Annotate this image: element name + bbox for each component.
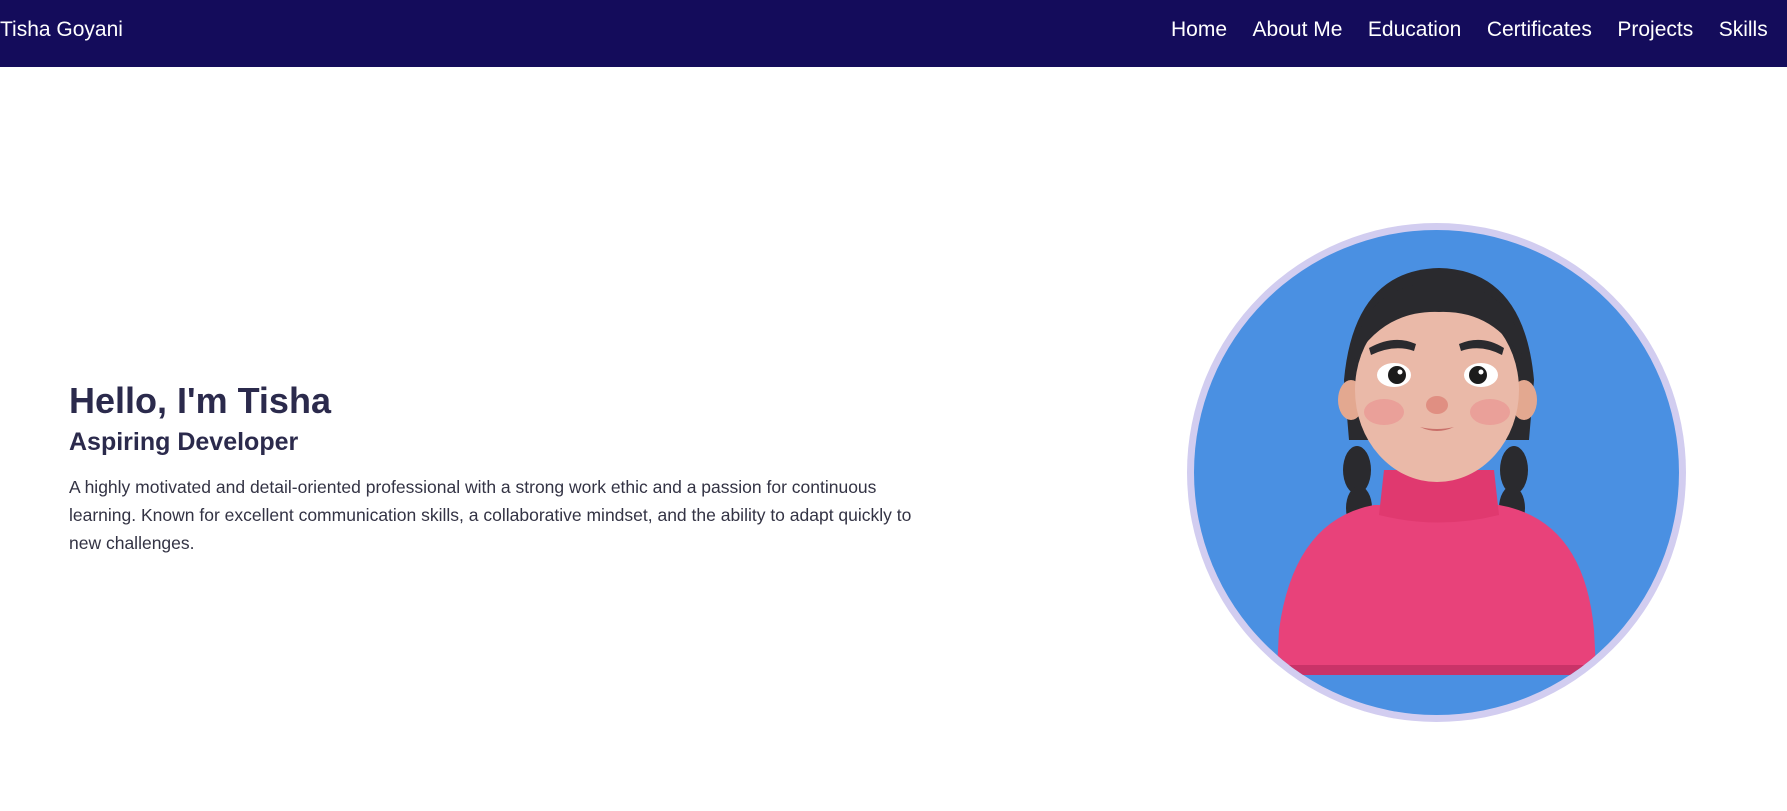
nav-link-education[interactable]: Education <box>1368 18 1461 42</box>
avatar-image <box>1194 230 1679 715</box>
nav-link-home[interactable]: Home <box>1171 18 1227 42</box>
nav-link-certificates[interactable]: Certificates <box>1487 18 1592 42</box>
hero-intro: Hello, I'm Tisha Aspiring Developer A hi… <box>69 378 939 557</box>
hero-title: Hello, I'm Tisha <box>69 380 331 421</box>
nav-link-about-me[interactable]: About Me <box>1253 18 1343 42</box>
hero-subtitle: Aspiring Developer <box>69 428 299 456</box>
brand-name[interactable]: Tisha Goyani <box>0 18 123 42</box>
profile-avatar <box>1187 223 1686 722</box>
girl-avatar-illustration <box>1277 268 1596 675</box>
nav-link-projects[interactable]: Projects <box>1617 18 1693 42</box>
nav-link-skills[interactable]: Skills <box>1719 18 1768 42</box>
top-navbar: Tisha Goyani Home About Me Education Cer… <box>0 0 1787 67</box>
nav-links: Home About Me Education Certificates Pro… <box>1171 18 1787 42</box>
hero-description: A highly motivated and detail-oriented p… <box>69 477 912 553</box>
